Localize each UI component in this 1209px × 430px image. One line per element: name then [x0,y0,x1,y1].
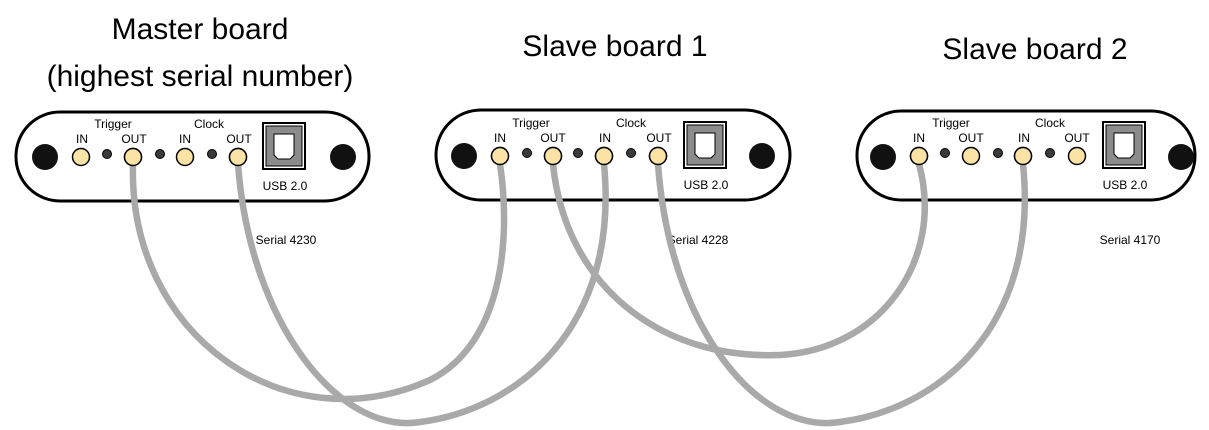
status-led [522,148,532,158]
clock-in-label: IN [179,132,191,146]
clock-in-connector [175,147,195,167]
slave1-clock-out-connector [648,146,668,166]
mounting-screw-left [870,144,896,170]
slave2-trigger-in-connector [909,146,929,166]
usb-port-icon [1102,121,1146,169]
status-led [993,148,1003,158]
master-board-title-line-1: Master board [112,13,289,46]
mounting-screw-right [1168,144,1194,170]
master-trigger-out-connector [123,147,143,167]
clock-out-label: OUT [646,131,672,145]
clock-in-label: IN [1018,131,1030,145]
status-led [155,149,165,159]
status-led [1045,148,1055,158]
usb-label: USB 2.0 [263,179,308,193]
slave-board-1-serial: Serial 4228 [668,233,729,247]
trigger-in-label: IN [913,131,925,145]
trigger-out-label: OUT [121,132,147,146]
slave1-trigger-in-connector [490,146,510,166]
trigger-label: Trigger [932,116,970,130]
master-board: Trigger Clock IN OUT IN OUT USB 2.0 [14,110,371,203]
slave-board-2-serial: Serial 4170 [1100,233,1161,247]
slave-board-2-title: Slave board 2 [942,33,1127,66]
slave1-trigger-out-connector [543,146,563,166]
trigger-out-label: OUT [540,131,566,145]
clock-label: Clock [194,117,225,131]
mounting-screw-right [330,144,356,170]
trigger-label: Trigger [94,117,132,131]
mounting-screw-left [451,143,477,169]
clock-out-label: OUT [1064,131,1090,145]
cable-slave1-clock-out-to-slave2-clock-in [654,160,1028,427]
trigger-in-connector [71,147,91,167]
slave2-clock-in-connector [1013,146,1033,166]
trigger-in-label: IN [76,132,88,146]
clock-label: Clock [616,116,647,130]
trigger-out-label: OUT [958,131,984,145]
mounting-screw-left [32,144,58,170]
clock-in-label: IN [599,131,611,145]
master-board-title-line-2: (highest serial number) [47,60,354,93]
status-led [626,148,636,158]
slave1-clock-in-connector [594,146,614,166]
usb-port-icon [683,121,727,169]
status-led [102,149,112,159]
master-board-serial: Serial 4230 [256,233,317,247]
status-led [573,148,583,158]
usb-label: USB 2.0 [1103,178,1148,192]
trigger-label: Trigger [512,116,550,130]
clock-label: Clock [1035,116,1066,130]
status-led [940,148,950,158]
board-chain-diagram: Master board (highest serial number) Sla… [14,13,1197,427]
usb-port-icon [262,122,306,170]
master-clock-out-connector [228,147,248,167]
clock-out-label: OUT [226,132,252,146]
trigger-out-connector [961,146,981,166]
mounting-screw-right [749,143,775,169]
trigger-in-label: IN [494,131,506,145]
clock-out-connector [1067,146,1087,166]
status-led [207,149,217,159]
cables [129,160,1028,427]
usb-label: USB 2.0 [684,178,729,192]
slave-board-1-title: Slave board 1 [522,30,707,63]
